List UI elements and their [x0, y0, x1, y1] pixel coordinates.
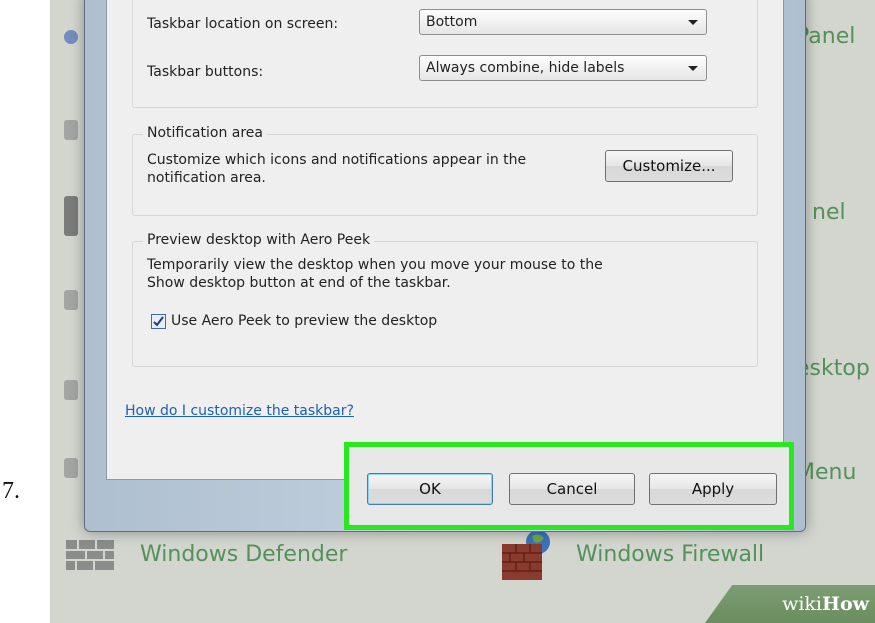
notification-area-description-line1: Customize which icons and notifications … — [147, 152, 527, 168]
aero-peek-checkbox[interactable] — [151, 314, 166, 329]
background-panel-label-2: nel — [812, 200, 846, 225]
background-computer-icon — [64, 196, 78, 236]
taskbar-buttons-label: Taskbar buttons: — [147, 64, 264, 80]
notification-area-group: Notification area Customize which icons … — [132, 125, 758, 216]
checkmark-icon — [153, 316, 164, 327]
notification-area-description-line2: notification area. — [147, 170, 266, 186]
background-panel-label-3: esktop — [796, 356, 870, 381]
aero-peek-checkbox-label[interactable]: Use Aero Peek to preview the desktop — [171, 312, 437, 330]
background-drive-icon — [64, 290, 78, 310]
notification-area-title: Notification area — [143, 125, 267, 141]
taskbar-location-label: Taskbar location on screen: — [147, 16, 339, 32]
wikihow-wiki-text: wiki — [782, 593, 823, 615]
screenshot-scene: Panel nel esktop Menu Windows Defender W… — [50, 0, 875, 623]
windows-firewall-label: Windows Firewall — [576, 542, 765, 567]
taskbar-appearance-group: Taskbar location on screen: Bottom Taskb… — [132, 0, 758, 108]
aero-peek-description-line1: Temporarily view the desktop when you mo… — [147, 257, 603, 273]
defender-wall-icon — [66, 532, 114, 580]
background-globe-icon — [64, 30, 78, 44]
taskbar-buttons-value: Always combine, hide labels — [426, 60, 625, 76]
ok-button[interactable]: OK — [367, 473, 493, 505]
help-customize-taskbar-link[interactable]: How do I customize the taskbar? — [125, 403, 354, 419]
background-device-icon — [64, 120, 78, 140]
firewall-brick-globe-icon — [496, 526, 556, 586]
wikihow-watermark: wikiHow — [782, 593, 869, 615]
apply-button[interactable]: Apply — [649, 473, 777, 505]
taskbar-location-value: Bottom — [426, 14, 478, 30]
chevron-down-icon — [688, 20, 698, 25]
taskbar-location-dropdown[interactable]: Bottom — [419, 9, 707, 35]
aero-peek-group: Preview desktop with Aero Peek Temporari… — [132, 232, 758, 367]
aero-peek-title: Preview desktop with Aero Peek — [143, 232, 375, 248]
windows-defender-label: Windows Defender — [140, 542, 348, 567]
chevron-down-icon — [688, 66, 698, 71]
taskbar-buttons-dropdown[interactable]: Always combine, hide labels — [419, 55, 707, 81]
background-user-icon — [64, 380, 78, 400]
aero-peek-description-line2: Show desktop button at end of the taskba… — [147, 275, 451, 291]
wikihow-how-text: How — [822, 593, 869, 615]
dialog-buttons-highlight: OK Cancel Apply — [344, 442, 794, 530]
cancel-button[interactable]: Cancel — [509, 473, 635, 505]
step-number: 7. — [2, 478, 20, 504]
background-tool-icon — [64, 458, 78, 478]
taskbar-properties-dialog: Taskbar location on screen: Bottom Taskb… — [106, 0, 784, 480]
customize-button[interactable]: Customize... — [605, 150, 733, 182]
